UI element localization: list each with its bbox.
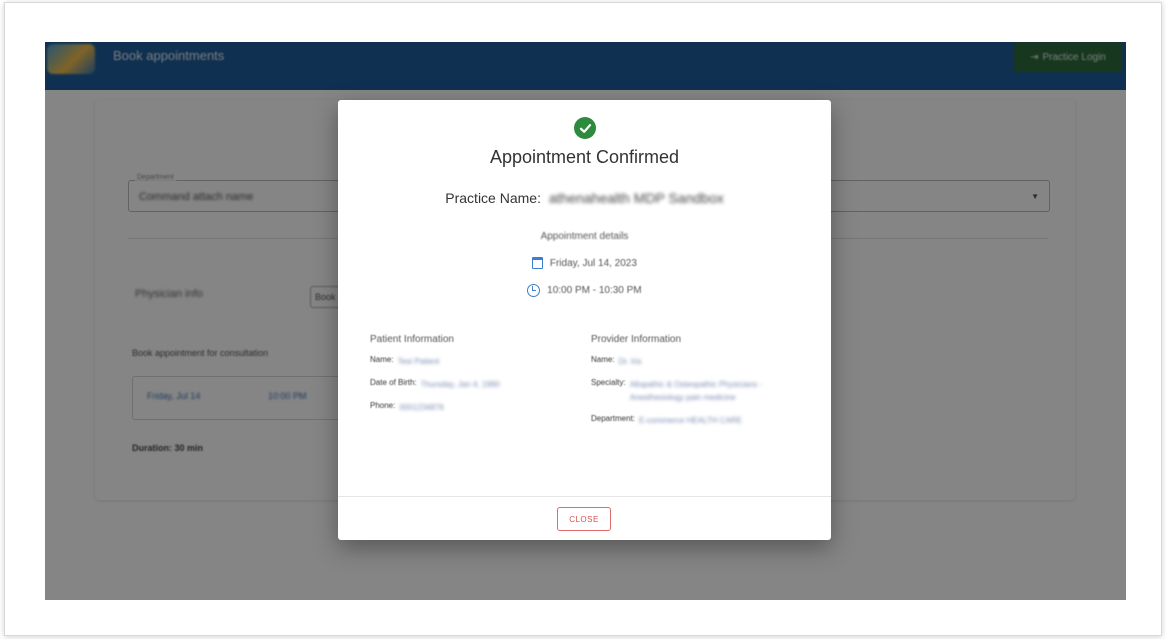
patient-name-row: Name: Test Patient xyxy=(370,355,570,368)
appointment-date: Friday, Jul 14, 2023 xyxy=(549,257,637,269)
provider-information: Provider Information Name: Dr. Iris Spec… xyxy=(591,334,791,437)
appointment-time: 10:00 PM - 10:30 PM xyxy=(547,285,642,297)
patient-name-value: Test Patient xyxy=(397,357,440,366)
appointment-date-row: Friday, Jul 14, 2023 xyxy=(338,257,831,269)
practice-name-value: athenahealth MDP Sandbox xyxy=(548,190,724,206)
patient-dob-label: Date of Birth: xyxy=(370,378,417,387)
dialog-title: Appointment Confirmed xyxy=(489,147,680,167)
provider-specialty-value: Allopathic & Osteopathic Physicians - An… xyxy=(629,380,763,402)
provider-name-value: Dr. Iris xyxy=(618,357,642,366)
patient-info-heading: Patient Information xyxy=(370,334,454,345)
patient-phone-label: Phone: xyxy=(370,401,396,410)
patient-name-label: Name: xyxy=(370,355,394,364)
clock-icon xyxy=(527,284,541,297)
dialog-footer-divider xyxy=(338,496,831,497)
provider-specialty-row: Specialty: Allopathic & Osteopathic Phys… xyxy=(591,378,791,404)
provider-info-heading: Provider Information xyxy=(591,334,682,345)
appointment-confirmed-dialog: Appointment Confirmed Practice Name: ath… xyxy=(338,100,831,540)
check-circle-icon xyxy=(574,117,596,139)
practice-name-row: Practice Name: athenahealth MDP Sandbox xyxy=(338,190,831,206)
calendar-icon xyxy=(532,257,544,269)
patient-phone-value: 0001234876 xyxy=(399,403,444,412)
provider-specialty-label: Specialty: xyxy=(591,378,626,387)
provider-department-label: Department: xyxy=(591,414,636,423)
provider-department-value: E-commerce HEALTH CARE xyxy=(639,416,743,425)
patient-information: Patient Information Name: Test Patient D… xyxy=(370,334,570,424)
provider-name-label: Name: xyxy=(591,355,615,364)
patient-phone-row: Phone: 0001234876 xyxy=(370,401,570,414)
provider-department-row: Department: E-commerce HEALTH CARE xyxy=(591,414,791,427)
provider-name-row: Name: Dr. Iris xyxy=(591,355,791,368)
patient-dob-value: Thursday, Jan 4, 1990 xyxy=(420,380,500,389)
patient-dob-row: Date of Birth: Thursday, Jan 4, 1990 xyxy=(370,378,570,391)
practice-name-label: Practice Name: xyxy=(445,190,541,206)
appointment-details-label: Appointment details xyxy=(540,231,629,242)
appointment-time-row: 10:00 PM - 10:30 PM xyxy=(338,284,831,297)
close-button[interactable]: CLOSE xyxy=(557,507,611,531)
